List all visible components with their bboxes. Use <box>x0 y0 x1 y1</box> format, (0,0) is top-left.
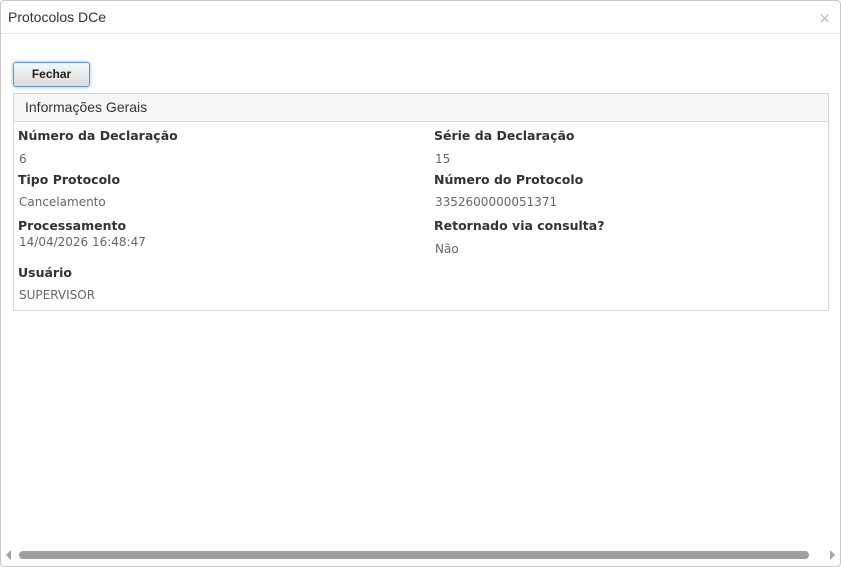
processamento-label: Processamento <box>18 218 127 233</box>
dialog-header: Protocolos DCe × <box>1 1 840 34</box>
numero-declaracao-label: Número da Declaração <box>18 128 178 143</box>
serie-declaracao-label: Série da Declaração <box>434 128 575 143</box>
close-icon[interactable]: × <box>818 11 831 26</box>
informacoes-gerais-panel: Informações Gerais Número da Declaração … <box>13 93 829 311</box>
horizontal-scrollbar[interactable] <box>2 546 840 564</box>
retornado-consulta-value: Não <box>435 242 459 256</box>
dialog-title: Protocolos DCe <box>8 9 107 25</box>
panel-heading: Informações Gerais <box>14 94 828 122</box>
scroll-right-icon[interactable] <box>830 550 835 560</box>
serie-declaracao-value: 15 <box>435 152 451 166</box>
tipo-protocolo-label: Tipo Protocolo <box>18 172 121 187</box>
numero-declaracao-value: 6 <box>19 152 27 166</box>
numero-protocolo-label: Número do Protocolo <box>434 172 584 187</box>
numero-protocolo-value: 3352600000051371 <box>435 195 558 209</box>
usuario-label: Usuário <box>18 265 72 280</box>
retornado-consulta-label: Retornado via consulta? <box>434 218 605 233</box>
fechar-button[interactable]: Fechar <box>13 62 90 87</box>
scroll-thumb[interactable] <box>19 551 809 559</box>
usuario-value: SUPERVISOR <box>19 288 96 302</box>
tipo-protocolo-value: Cancelamento <box>19 195 106 209</box>
protocolos-dialog: Protocolos DCe × Fechar Informações Gera… <box>0 0 841 567</box>
scroll-left-icon[interactable] <box>6 550 11 560</box>
processamento-value: 14/04/2026 16:48:47 <box>19 235 146 249</box>
